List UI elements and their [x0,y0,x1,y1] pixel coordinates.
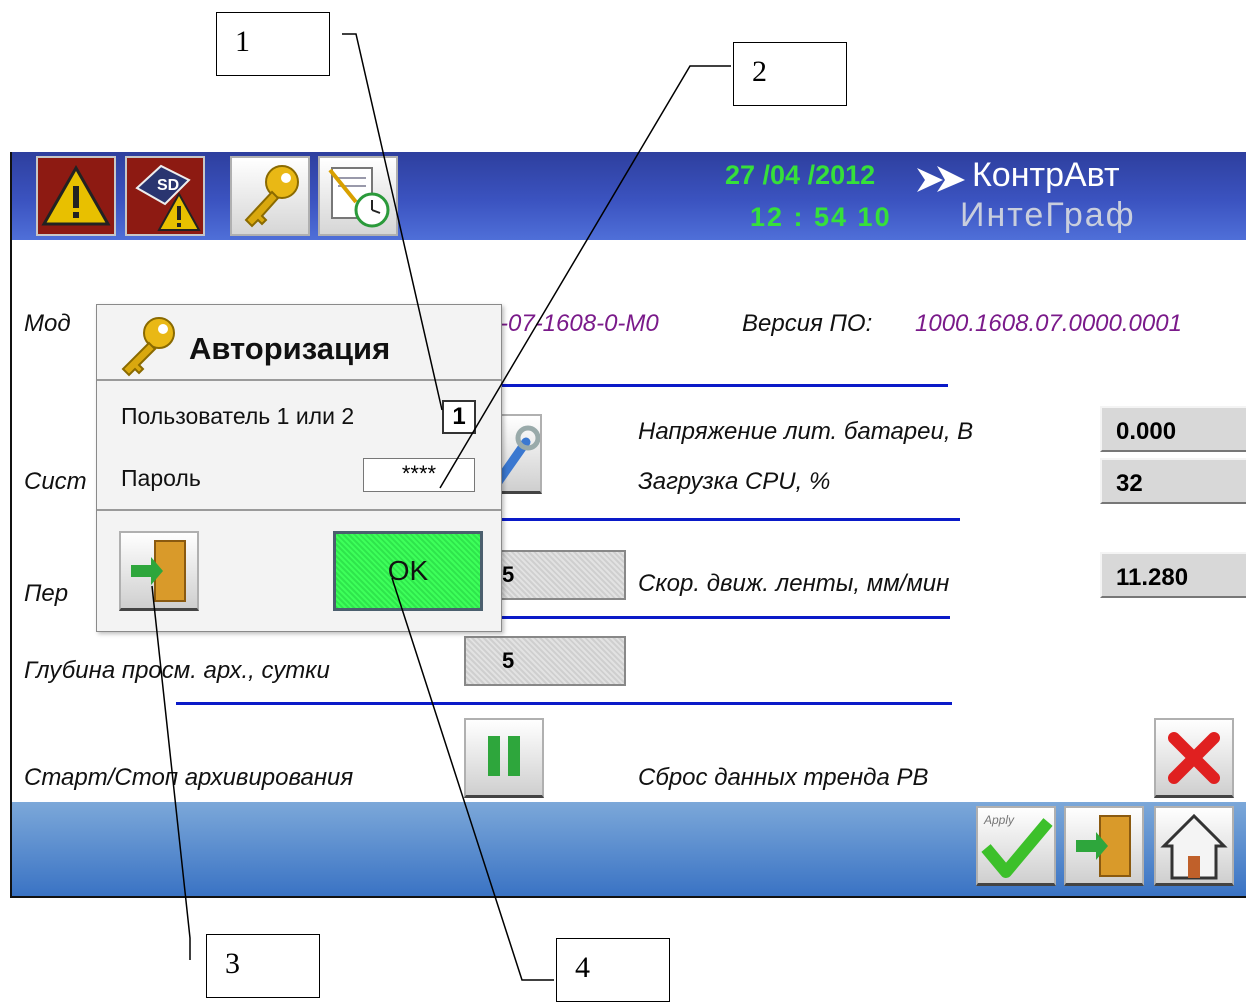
user-label: Пользователь 1 или 2 [121,403,355,429]
archive-depth-input[interactable]: 5 [464,636,626,686]
callout-2: 2 [733,42,847,106]
callout-1: 1 [216,12,330,76]
callout-label: 4 [575,951,590,984]
callout-3: 3 [206,934,320,998]
version-label: Версия ПО: [742,310,873,337]
bottom-bar: Apply [12,802,1246,896]
model-value: -07-1608-0-М0 [500,310,659,337]
callout-label: 3 [225,947,240,980]
tape-speed-label: Скор. движ. ленты, мм/мин [638,570,950,597]
model-label: Мод [24,310,71,337]
exit-button[interactable] [1064,806,1144,886]
home-button[interactable] [1154,806,1234,886]
separator-line [500,384,948,387]
exit-door-icon [131,540,186,602]
dialog-title: Авторизация [189,331,391,366]
separator-line [500,616,950,619]
password-label: Пароль [121,465,201,491]
archive-depth-label: Глубина просм. арх., сутки [24,657,330,684]
dialog-exit-button[interactable] [119,531,199,611]
reset-trend-label: Сброс данных тренда РВ [638,764,929,791]
brand-product: ИнтеГраф [960,196,1136,234]
reset-trend-button[interactable] [1154,718,1234,798]
battery-voltage-value: 0.000 [1100,406,1246,452]
apply-check-icon: Apply [981,813,1053,878]
separator-line [176,702,952,705]
authorization-dialog: Авторизация Пользователь 1 или 2 1 Парол… [96,304,502,632]
callout-4: 4 [556,938,670,1002]
key-icon [121,317,175,377]
pause-icon [488,736,520,776]
schedule-clock-icon [328,167,390,228]
separator-line [500,518,960,521]
exit-door-icon [1076,815,1131,877]
dialog-divider [97,379,501,381]
alarm-button[interactable] [36,156,116,236]
warning-icon [41,164,111,226]
sd-card-warning-icon: SD [135,164,201,231]
apply-button[interactable]: Apply [976,806,1056,886]
archiving-toggle-button[interactable] [464,718,544,798]
cpu-load-label: Загрузка CPU, % [638,468,831,495]
top-bar: SD 27 /04 /2012 12 : 54 10 КонтрАвт Инте… [12,152,1246,240]
key-icon [244,165,299,228]
ok-button[interactable]: OK [333,531,483,611]
battery-voltage-label: Напряжение лит. батареи, В [638,418,974,445]
schedule-button[interactable] [318,156,398,236]
tape-speed-value: 11.280 [1100,552,1246,598]
version-value: 1000.1608.07.0000.0001 [915,310,1182,337]
callout-label: 1 [235,25,250,58]
period-label: Пер [24,580,69,607]
user-number-input[interactable]: 1 [442,400,476,434]
brand-name: КонтрАвт [972,156,1120,194]
authorization-button[interactable] [230,156,310,236]
kontravt-logo-icon [917,166,965,192]
dialog-divider [97,509,501,511]
sd-card-button[interactable]: SD [125,156,205,236]
device-screen: SD 27 /04 /2012 12 : 54 10 КонтрАвт Инте… [10,152,1246,898]
home-icon [1160,813,1228,880]
date-display: 27 /04 /2012 [725,160,876,190]
cpu-load-value: 32 [1100,458,1246,504]
archiving-label: Старт/Стоп архивирования [24,764,354,791]
time-display: 12 : 54 10 [750,202,892,232]
system-label: Сист [24,468,87,495]
close-icon [1168,732,1220,784]
callout-label: 2 [752,55,767,88]
svg-text:SD: SD [157,177,179,194]
apply-text: Apply [983,813,1015,827]
password-input[interactable]: **** [363,458,475,492]
